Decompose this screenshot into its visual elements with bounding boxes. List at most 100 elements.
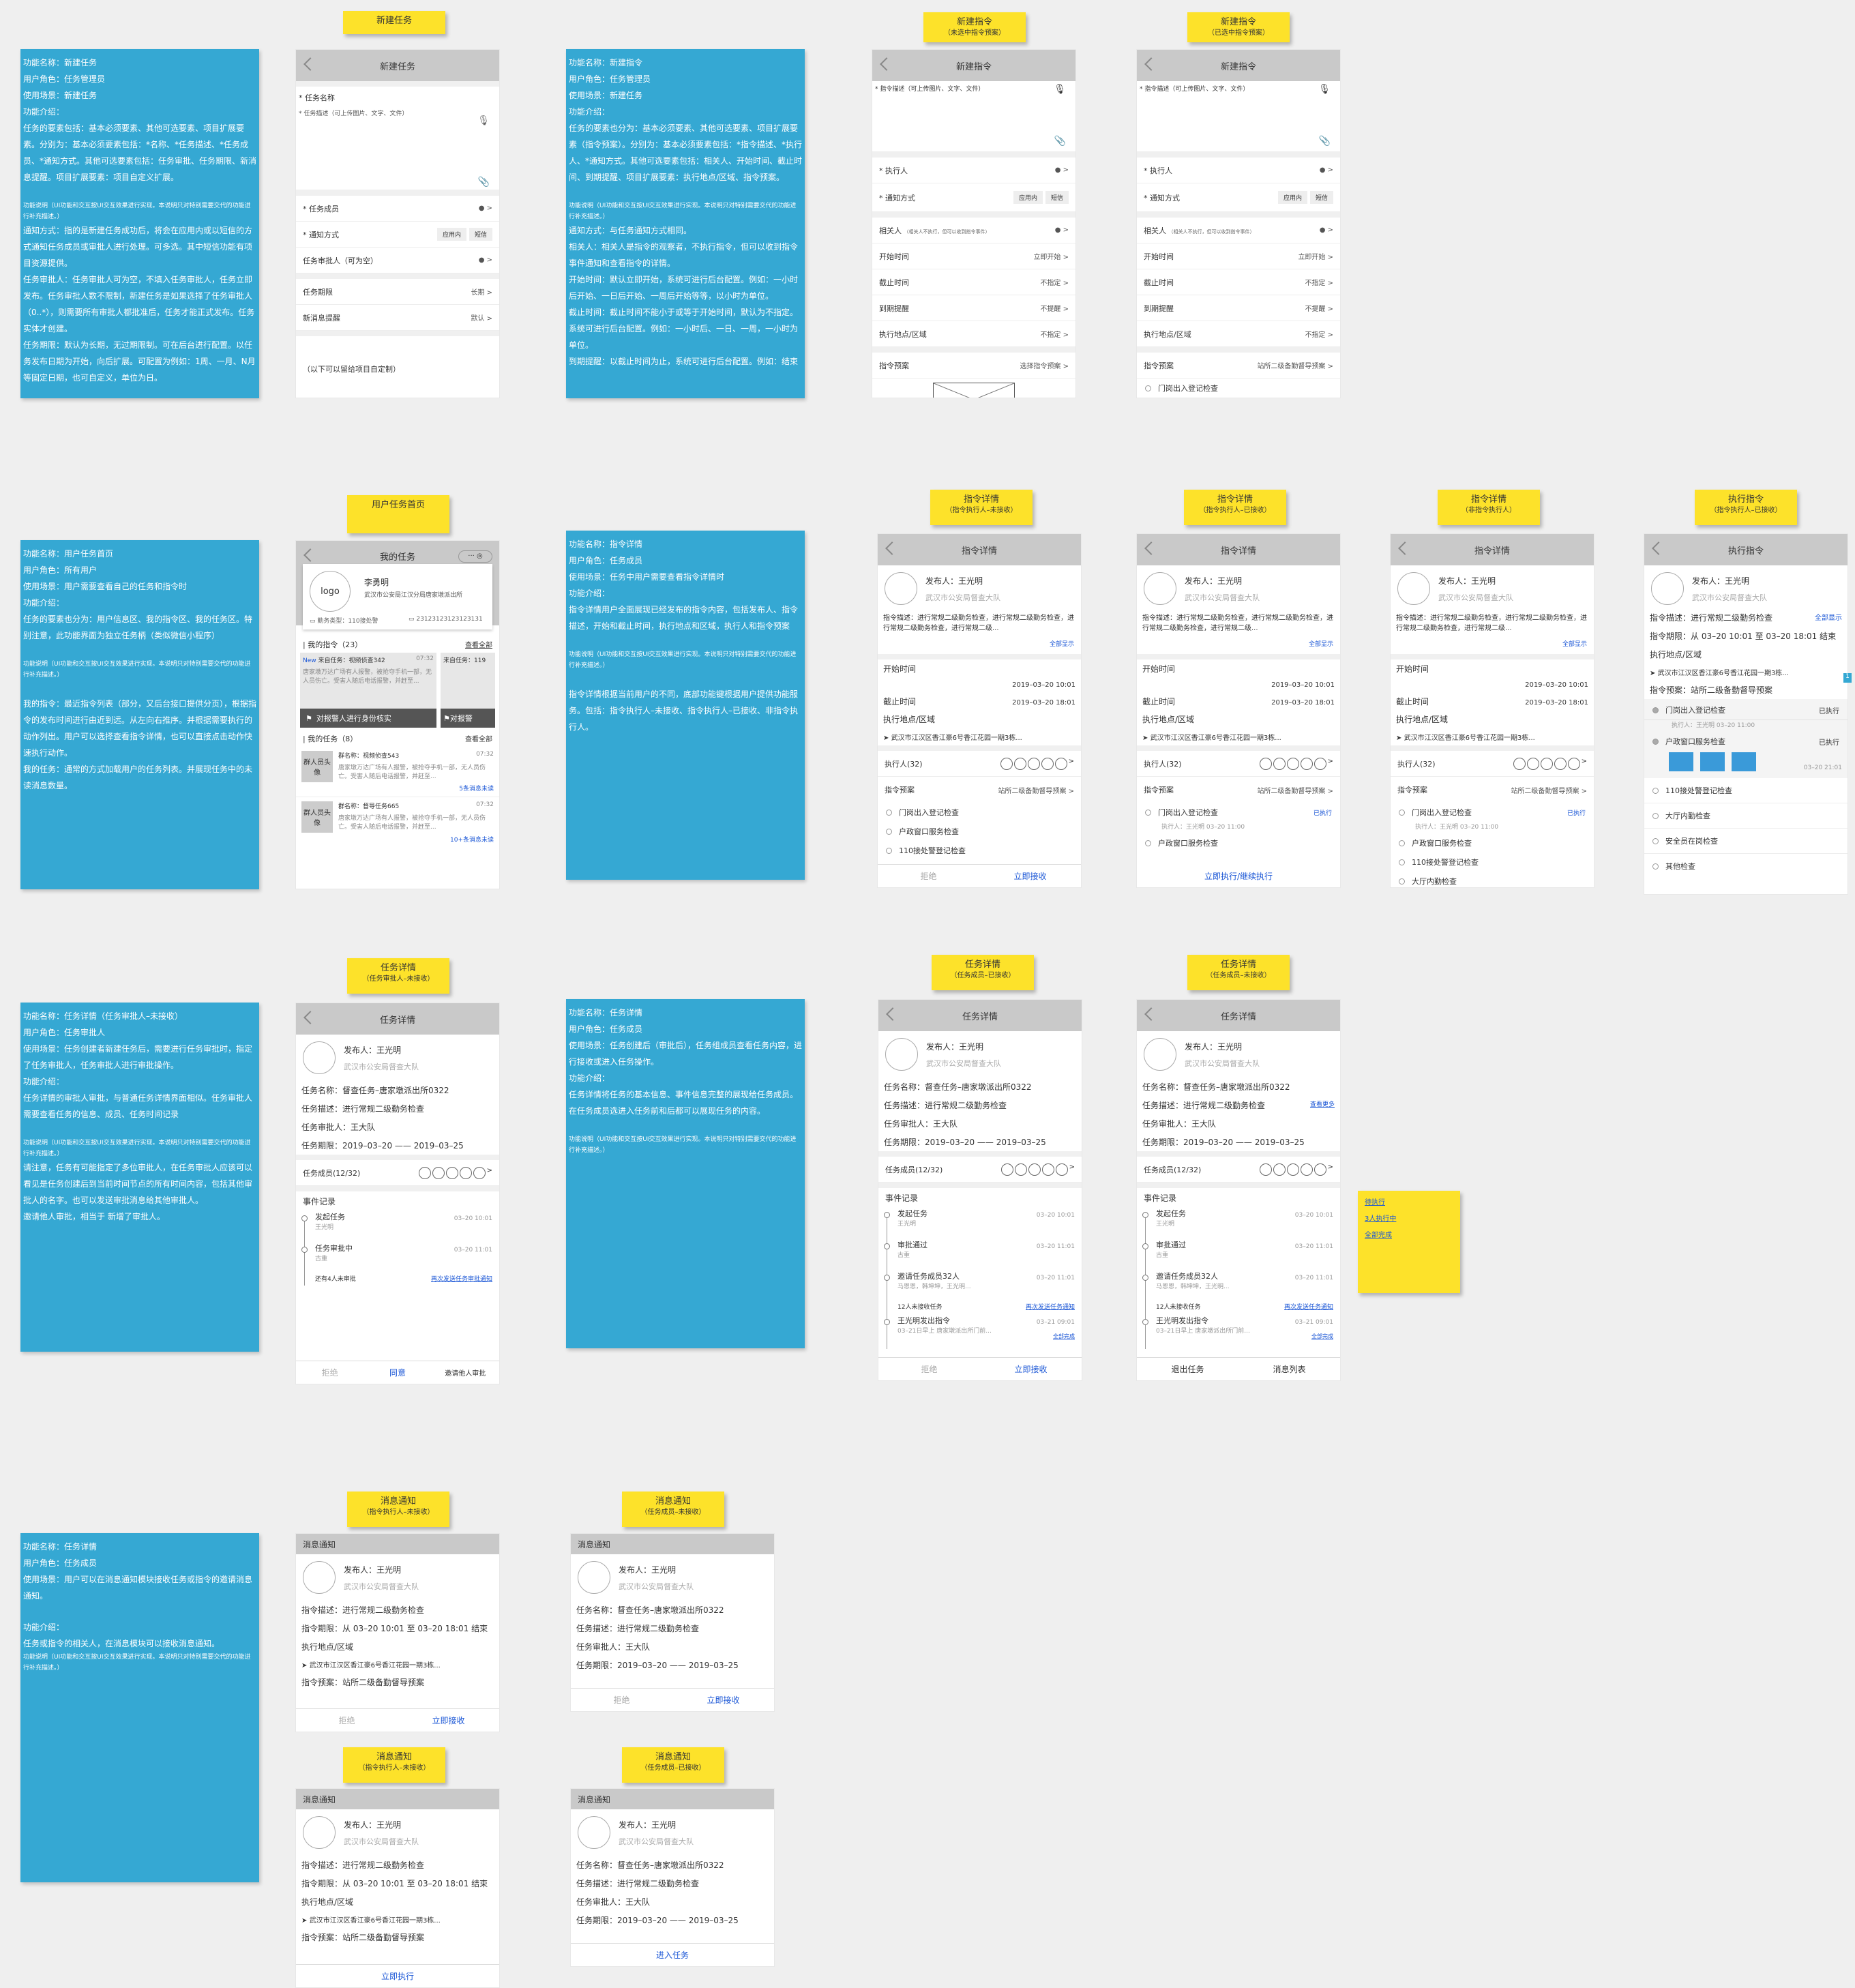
executors-row[interactable]: 执行人(32) >	[1137, 751, 1340, 777]
image-icon[interactable]	[1732, 752, 1756, 771]
all-done-link[interactable]: 全部完成	[1053, 1333, 1075, 1340]
resend-task-link[interactable]: 再次发送任务通知	[1284, 1302, 1333, 1311]
back-icon[interactable]	[880, 57, 893, 71]
plan-picker[interactable]: 请选择指令预案	[933, 383, 1015, 398]
back-icon[interactable]	[303, 57, 317, 71]
execute-button[interactable]: 立即执行	[296, 1965, 499, 1987]
notify-row[interactable]: * 通知方式 应用内 短信	[872, 183, 1075, 212]
notify-row[interactable]: * 通知方式 应用内 短信	[1137, 183, 1340, 212]
plan-option[interactable]: 门岗出入登记检查	[878, 803, 1081, 822]
attachment-icon[interactable]: 📎	[478, 177, 490, 188]
reject-button[interactable]: 拒绝	[296, 1709, 398, 1732]
show-all-link[interactable]: 全部显示	[1309, 641, 1333, 648]
task-members-row[interactable]: * 任务成员 ● >	[296, 196, 499, 222]
members-row[interactable]: 任务成员(12/32) >	[1137, 1157, 1340, 1183]
back-icon[interactable]	[1144, 541, 1158, 555]
member-avatars[interactable]	[418, 1166, 486, 1179]
plan-option[interactable]: 安全员在岗检查	[1644, 829, 1847, 854]
related-row[interactable]: 相关人 （相关人不执行，但可以收到指令事件） ● >	[872, 218, 1075, 243]
executors-row[interactable]: 执行人(32) >	[1391, 751, 1594, 777]
enter-task-button[interactable]: 进入任务	[571, 1944, 774, 1966]
place-row[interactable]: 执行地点/区域 不指定 >	[1137, 321, 1340, 347]
exit-task-button[interactable]: 退出任务	[1137, 1358, 1238, 1380]
executor-row[interactable]: * 执行人 ● >	[1137, 158, 1340, 183]
plan-option-done[interactable]: 门岗出入登记检查 已执行	[1137, 803, 1340, 822]
see-all-cmd-link[interactable]: 查看全部	[465, 639, 492, 650]
plan-option[interactable]: 户政窗口服务检查	[878, 822, 1081, 841]
remind-row[interactable]: 到期提醒 不提醒 >	[1137, 295, 1340, 321]
attachment-icon[interactable]: 📎	[1319, 136, 1331, 147]
cmd-desc-field[interactable]: * 指令描述（可上传图片、文字、文件） 🎙 📎	[872, 81, 1075, 152]
task-desc-field[interactable]: * 任务描述（可上传图片、文字、文件） 🎙 📎	[296, 108, 499, 190]
plan-option[interactable]: 户政窗口服务检查	[1391, 833, 1594, 852]
task-name-field[interactable]: * 任务名称	[296, 87, 499, 108]
plan-option[interactable]: 大厅内勤检查	[1391, 872, 1594, 887]
back-icon[interactable]	[1398, 541, 1412, 555]
plan-option-done[interactable]: 门岗出入登记检查 已执行	[1644, 700, 1847, 720]
back-icon[interactable]	[303, 548, 317, 562]
plan-option[interactable]: 户政窗口服务检查	[1137, 833, 1340, 852]
cmd-action-button[interactable]: ⚑ 对报警人进行身份核实	[300, 709, 436, 728]
plan-option-done[interactable]: 户政窗口服务检查 已执行	[1644, 732, 1847, 751]
member-avatars[interactable]	[1259, 757, 1326, 770]
period-row[interactable]: 任务期限 长期 >	[296, 279, 499, 305]
task-list-item[interactable]: 群人员头像 群名称：视频侦查543 07:32 唐家墩万达广场有人报警，被抢夺手机一…	[296, 747, 499, 797]
mini-program-capsule[interactable]: ··· ◎	[458, 550, 492, 563]
executors-row[interactable]: 执行人(32) >	[878, 751, 1081, 777]
cmd-card[interactable]: New 来自任务：视频侦查342 07:32 唐家墩万达广场有人报警，被抢夺手机一…	[300, 653, 436, 728]
member-avatars[interactable]	[1000, 757, 1067, 770]
execute-button[interactable]: 立即执行/继续执行	[1137, 864, 1340, 887]
resend-approval-link[interactable]: 再次发送任务审批通知	[431, 1274, 492, 1283]
resend-task-link[interactable]: 再次发送任务通知	[1026, 1302, 1075, 1311]
approver-row[interactable]: 任务审批人（可为空） ● >	[296, 248, 499, 273]
plan-option[interactable]: 门岗出入登记检查	[1137, 379, 1340, 398]
plan-row[interactable]: 指令预案 站所二级备勤督导预案 >	[1137, 353, 1340, 379]
accept-button[interactable]: 立即接收	[672, 1689, 774, 1711]
member-avatars[interactable]	[1513, 757, 1580, 770]
accept-button[interactable]: 立即接收	[979, 865, 1081, 887]
plan-option[interactable]: 110接处警登记检查	[878, 841, 1081, 860]
back-icon[interactable]	[885, 541, 899, 555]
place-row[interactable]: 执行地点/区域 不指定 >	[872, 321, 1075, 347]
members-row[interactable]: 任务成员(12/32) >	[296, 1160, 499, 1186]
cmd-desc-field[interactable]: * 指令描述（可上传图片、文字、文件） 🎙 📎	[1137, 81, 1340, 152]
image-icon[interactable]	[1700, 752, 1725, 771]
link-pending[interactable]: 待执行	[1365, 1195, 1453, 1211]
reject-button[interactable]: 拒绝	[571, 1689, 672, 1711]
microphone-icon[interactable]: 🎙	[477, 115, 490, 126]
accept-button[interactable]: 立即接收	[398, 1709, 499, 1732]
show-all-link[interactable]: 全部显示	[1815, 612, 1842, 623]
link-all-done[interactable]: 全部完成	[1365, 1228, 1453, 1244]
microphone-icon[interactable]: 🎙	[1054, 84, 1066, 95]
see-more-link[interactable]: 查看更多	[1310, 1099, 1335, 1111]
plan-option[interactable]: 大厅内勤检查	[1644, 803, 1847, 829]
microphone-icon[interactable]: 🎙	[1318, 84, 1331, 95]
task-list-item[interactable]: 群人员头像 群名称：督导任务665 07:32 唐家墩万达广场有人报警，被抢夺手机一…	[296, 797, 499, 848]
plan-option-done[interactable]: 门岗出入登记检查 已执行	[1391, 803, 1594, 822]
back-icon[interactable]	[1652, 541, 1665, 555]
image-icon[interactable]	[1669, 752, 1693, 771]
back-icon[interactable]	[1144, 1007, 1158, 1021]
start-time-row[interactable]: 开始时间 立即开始 >	[1137, 243, 1340, 269]
remind-row[interactable]: 新消息提醒 默认 >	[296, 305, 499, 331]
reject-button[interactable]: 拒绝	[296, 1361, 363, 1384]
attachment-icon[interactable]: 📎	[1054, 136, 1066, 147]
plan-row[interactable]: 指令预案 站所二级备勤督导预案 >	[1391, 777, 1594, 803]
end-time-row[interactable]: 截止时间 不指定 >	[1137, 269, 1340, 295]
accept-button[interactable]: 立即接收	[980, 1358, 1082, 1380]
show-all-link[interactable]: 全部显示	[1050, 641, 1074, 648]
member-avatars[interactable]	[1259, 1163, 1326, 1176]
invite-approver-button[interactable]: 邀请他人审批	[432, 1361, 499, 1384]
cmd-action-button[interactable]: ⚑ 对报警	[441, 709, 495, 728]
link-in-progress[interactable]: 3人执行中	[1365, 1211, 1453, 1228]
back-icon[interactable]	[886, 1007, 900, 1021]
start-time-row[interactable]: 开始时间 立即开始 >	[872, 243, 1075, 269]
notify-row[interactable]: * 通知方式 应用内 短信	[296, 222, 499, 248]
executor-row[interactable]: * 执行人 ● >	[872, 158, 1075, 183]
agree-button[interactable]: 同意	[363, 1361, 431, 1384]
reject-button[interactable]: 拒绝	[878, 1358, 980, 1380]
plan-option[interactable]: 110接处警登记检查	[1391, 852, 1594, 872]
show-all-link[interactable]: 全部显示	[1562, 641, 1587, 648]
plan-row[interactable]: 指令预案 站所二级备勤督导预案 >	[878, 777, 1081, 803]
plan-option[interactable]: 110接处警登记检查	[1644, 778, 1847, 803]
